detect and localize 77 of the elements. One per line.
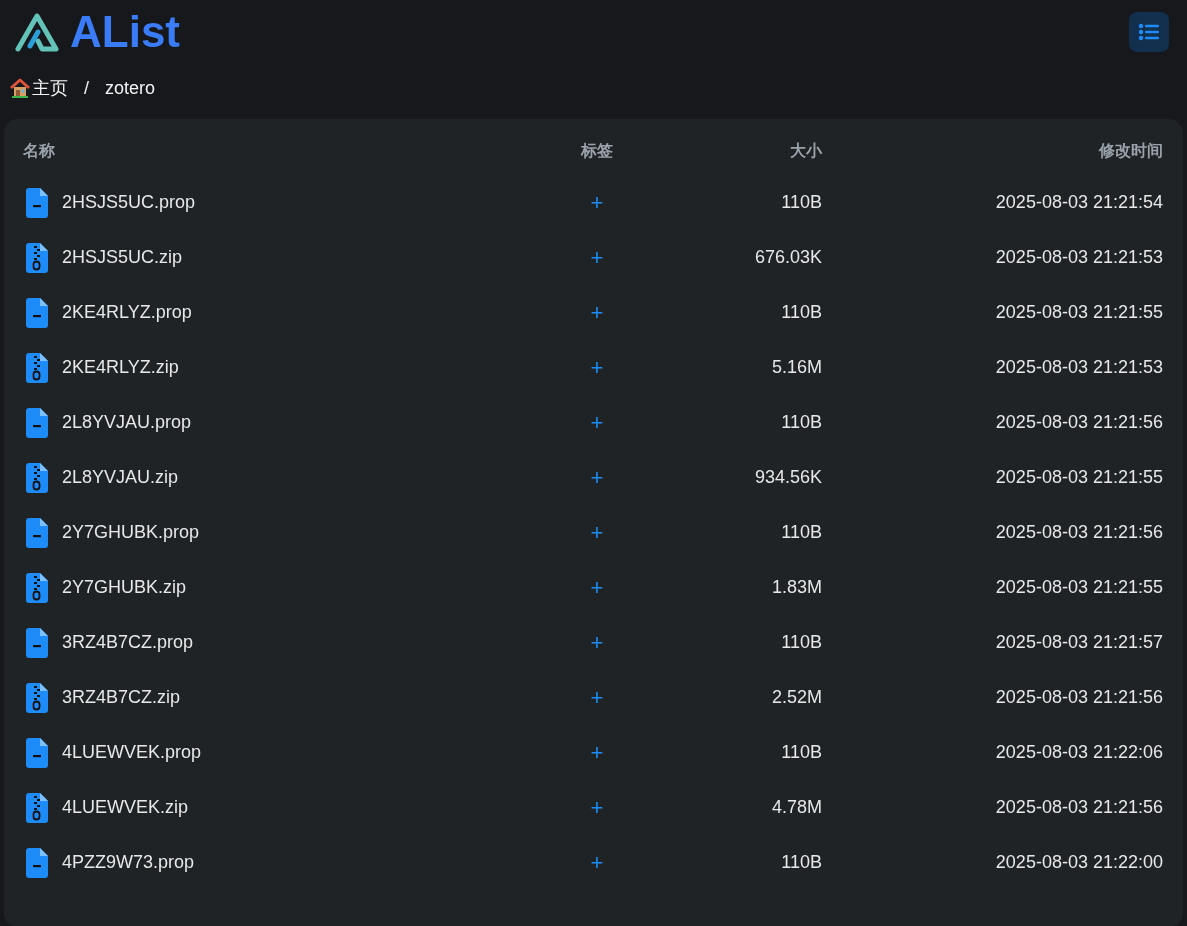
- file-link[interactable]: 2HSJS5UC.prop: [23, 187, 542, 218]
- file-size: 110B: [780, 302, 822, 323]
- modified-time: 2025-08-03 21:21:55: [994, 467, 1163, 488]
- file-icon: [26, 627, 48, 658]
- add-tag-button[interactable]: +: [586, 739, 608, 766]
- modified-time: 2025-08-03 21:22:00: [994, 852, 1163, 873]
- file-size: 2.52M: [770, 687, 822, 708]
- file-icon: [26, 847, 48, 878]
- zip-file-icon: [26, 352, 48, 383]
- home-link[interactable]: 主页: [10, 76, 68, 100]
- modified-time: 2025-08-03 21:21:53: [994, 247, 1163, 268]
- modified-time: 2025-08-03 21:21:56: [994, 687, 1163, 708]
- add-tag-button[interactable]: +: [586, 794, 608, 821]
- file-icon: [26, 297, 48, 328]
- list-icon: [1138, 23, 1160, 41]
- file-link[interactable]: 3RZ4B7CZ.prop: [23, 627, 542, 658]
- column-header[interactable]: 标签: [542, 140, 652, 162]
- add-tag-button[interactable]: +: [586, 354, 608, 381]
- breadcrumb-separator: /: [84, 77, 89, 99]
- column-header[interactable]: 名称: [23, 140, 542, 162]
- file-size: 110B: [780, 632, 822, 653]
- house-icon: [10, 78, 30, 98]
- file-icon: [26, 517, 48, 548]
- file-link[interactable]: 4LUEWVEK.prop: [23, 737, 542, 768]
- file-size: 110B: [780, 852, 822, 873]
- file-link[interactable]: 2KE4RLYZ.prop: [23, 297, 542, 328]
- file-link[interactable]: 4PZZ9W73.prop: [23, 847, 542, 878]
- file-size: 934.56K: [753, 467, 822, 488]
- file-link[interactable]: 2Y7GHUBK.zip: [23, 572, 542, 603]
- file-link[interactable]: 2Y7GHUBK.prop: [23, 517, 542, 548]
- list-view-button[interactable]: [1129, 12, 1169, 52]
- modified-time: 2025-08-03 21:21:54: [994, 192, 1163, 213]
- file-link[interactable]: 2HSJS5UC.zip: [23, 242, 542, 273]
- column-header[interactable]: 修改时间: [822, 140, 1163, 162]
- add-tag-button[interactable]: +: [586, 299, 608, 326]
- breadcrumb-link[interactable]: zotero: [105, 77, 156, 99]
- file-size: 4.78M: [770, 797, 822, 818]
- add-tag-button[interactable]: +: [586, 464, 608, 491]
- file-size: 110B: [780, 522, 822, 543]
- zip-file-icon: [26, 682, 48, 713]
- add-tag-button[interactable]: +: [586, 629, 608, 656]
- modified-time: 2025-08-03 21:21:56: [994, 797, 1163, 818]
- add-tag-button[interactable]: +: [586, 409, 608, 436]
- add-tag-button[interactable]: +: [586, 519, 608, 546]
- add-tag-button[interactable]: +: [586, 244, 608, 271]
- logo-text: AList: [70, 10, 180, 54]
- file-size: 110B: [780, 412, 822, 433]
- add-tag-button[interactable]: +: [586, 849, 608, 876]
- file-size: 1.83M: [770, 577, 822, 598]
- logo-icon: [14, 11, 60, 53]
- modified-time: 2025-08-03 21:21:55: [994, 577, 1163, 598]
- file-size: 5.16M: [770, 357, 822, 378]
- modified-time: 2025-08-03 21:21:53: [994, 357, 1163, 378]
- column-header[interactable]: 大小: [652, 140, 822, 162]
- add-tag-button[interactable]: +: [586, 574, 608, 601]
- file-size: 676.03K: [753, 247, 822, 268]
- file-size: 110B: [780, 192, 822, 213]
- zip-file-icon: [26, 242, 48, 273]
- file-link[interactable]: 4LUEWVEK.zip: [23, 792, 542, 823]
- file-link[interactable]: 2L8YVJAU.prop: [23, 407, 542, 438]
- file-icon: [26, 187, 48, 218]
- file-link[interactable]: 2KE4RLYZ.zip: [23, 352, 542, 383]
- file-icon: [26, 407, 48, 438]
- add-tag-button[interactable]: +: [586, 684, 608, 711]
- file-icon: [26, 737, 48, 768]
- modified-time: 2025-08-03 21:21:56: [994, 522, 1163, 543]
- zip-file-icon: [26, 462, 48, 493]
- file-link[interactable]: 2L8YVJAU.zip: [23, 462, 542, 493]
- modified-time: 2025-08-03 21:22:06: [994, 742, 1163, 763]
- file-link[interactable]: 3RZ4B7CZ.zip: [23, 682, 542, 713]
- modified-time: 2025-08-03 21:21:56: [994, 412, 1163, 433]
- zip-file-icon: [26, 572, 48, 603]
- file-size: 110B: [780, 742, 822, 763]
- add-tag-button[interactable]: +: [586, 189, 608, 216]
- modified-time: 2025-08-03 21:21:55: [994, 302, 1163, 323]
- zip-file-icon: [26, 792, 48, 823]
- modified-time: 2025-08-03 21:21:57: [994, 632, 1163, 653]
